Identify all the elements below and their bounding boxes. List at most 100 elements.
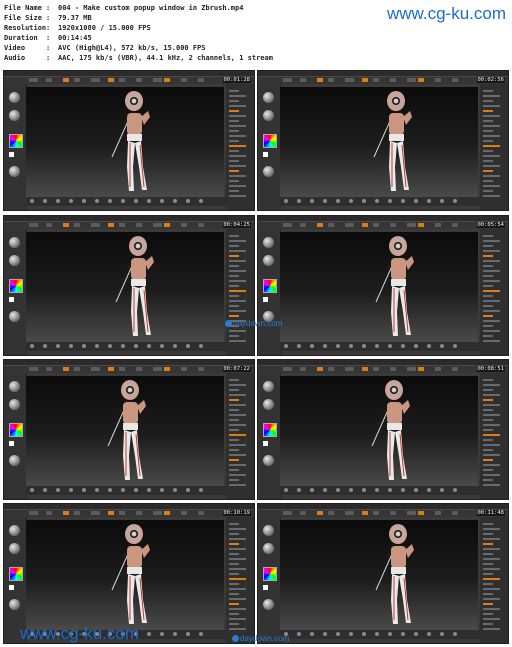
panel-line	[483, 340, 500, 342]
shelf-icon	[297, 632, 301, 636]
toolbar-button	[362, 367, 368, 371]
panel-line	[229, 568, 246, 570]
panel-line	[483, 130, 493, 132]
toolbar-button	[46, 78, 52, 82]
toolbar-button	[119, 223, 125, 227]
panel-line	[229, 270, 246, 272]
panel-line	[483, 95, 500, 97]
panel-line	[229, 330, 246, 332]
toolbar-button	[435, 78, 441, 82]
toolbar-button	[300, 78, 306, 82]
shelf-icon	[199, 632, 203, 636]
panel-line	[229, 628, 246, 630]
app-toolbar	[258, 77, 508, 84]
duration-row: Duration:00:14:45	[4, 33, 273, 43]
shelf-icon	[453, 488, 457, 492]
toolbar-button	[435, 511, 441, 515]
panel-line	[483, 175, 500, 177]
video-thumbnail: 00:01:28	[3, 70, 255, 211]
timestamp: 00:11:48	[476, 510, 505, 516]
panel-line	[483, 618, 500, 620]
toolbar-button	[345, 78, 354, 82]
panel-line	[483, 434, 500, 436]
toolbar-button	[91, 511, 100, 515]
shelf-icon	[284, 488, 288, 492]
toolbar-button	[108, 223, 114, 227]
timestamp: 00:04:25	[222, 222, 251, 228]
panel-line	[229, 404, 246, 406]
material-sphere-icon	[263, 166, 274, 177]
shelf-icon	[95, 344, 99, 348]
panel-line	[483, 479, 493, 481]
panel-line	[483, 563, 493, 565]
shelf-icon	[427, 488, 431, 492]
shelf-icon	[453, 632, 457, 636]
panel-line	[483, 578, 500, 580]
shelf-icon	[134, 344, 138, 348]
shelf-icon	[160, 344, 164, 348]
panel-line	[229, 573, 239, 575]
toolbar-button	[345, 367, 354, 371]
panel-line	[483, 310, 500, 312]
shelf-icon	[427, 632, 431, 636]
shelf-icon	[186, 632, 190, 636]
shelf-icon	[186, 344, 190, 348]
shelf-icon	[43, 199, 47, 203]
panel-line	[229, 285, 239, 287]
panel-line	[229, 90, 239, 92]
daydown-text-1: daydown.com	[233, 319, 283, 328]
panel-line	[483, 115, 500, 117]
panel-line	[483, 105, 500, 107]
panel-line	[483, 165, 500, 167]
panel-line	[483, 190, 493, 192]
toolbar-button	[317, 511, 323, 515]
video-row: Video: AVC (High@L4), 572 kb/s, 15.000 FP…	[4, 43, 273, 53]
toolbar-button	[407, 511, 416, 515]
panel-line	[483, 100, 493, 102]
toolbar-button	[136, 223, 142, 227]
toolbar-button	[345, 223, 354, 227]
panel-line	[229, 553, 239, 555]
panel-line	[483, 593, 493, 595]
panel-line	[483, 419, 493, 421]
color-swatch	[9, 585, 14, 590]
app-toolbar	[4, 222, 254, 229]
color-swatch	[263, 441, 268, 446]
toolbar-button	[164, 223, 170, 227]
brush-sphere-icon	[263, 92, 274, 103]
panel-line	[483, 295, 493, 297]
panel-line	[229, 548, 246, 550]
toolbar-button	[198, 367, 204, 371]
panel-line	[483, 553, 493, 555]
shelf-icon	[199, 344, 203, 348]
panel-line	[229, 419, 239, 421]
toolbar-button	[283, 511, 292, 515]
shelf-icon	[30, 488, 34, 492]
viewport-canvas	[26, 87, 224, 197]
tool-palette	[4, 84, 27, 210]
right-tool-panel	[480, 229, 508, 355]
panel-line	[229, 593, 239, 595]
right-tool-panel	[480, 84, 508, 210]
shelf-icon	[69, 344, 73, 348]
panel-line	[229, 523, 239, 525]
toolbar-button	[300, 511, 306, 515]
panel-line	[483, 548, 500, 550]
panel-line	[229, 389, 239, 391]
toolbar-button	[46, 511, 52, 515]
brush-sphere-icon	[9, 381, 20, 392]
shelf-icon	[173, 632, 177, 636]
color-swatch	[9, 297, 14, 302]
panel-line	[483, 523, 493, 525]
toolbar-button	[63, 367, 69, 371]
video-value: AVC (High@L4), 572 kb/s, 15.000 FPS	[58, 44, 206, 52]
panel-line	[483, 270, 500, 272]
shelf-icon	[414, 488, 418, 492]
shelf-icon	[362, 344, 366, 348]
panel-line	[229, 260, 246, 262]
panel-line	[483, 170, 493, 172]
separator: :	[46, 24, 51, 32]
shelf-icon	[56, 344, 60, 348]
toolbar-button	[74, 223, 80, 227]
shelf-icon	[95, 199, 99, 203]
